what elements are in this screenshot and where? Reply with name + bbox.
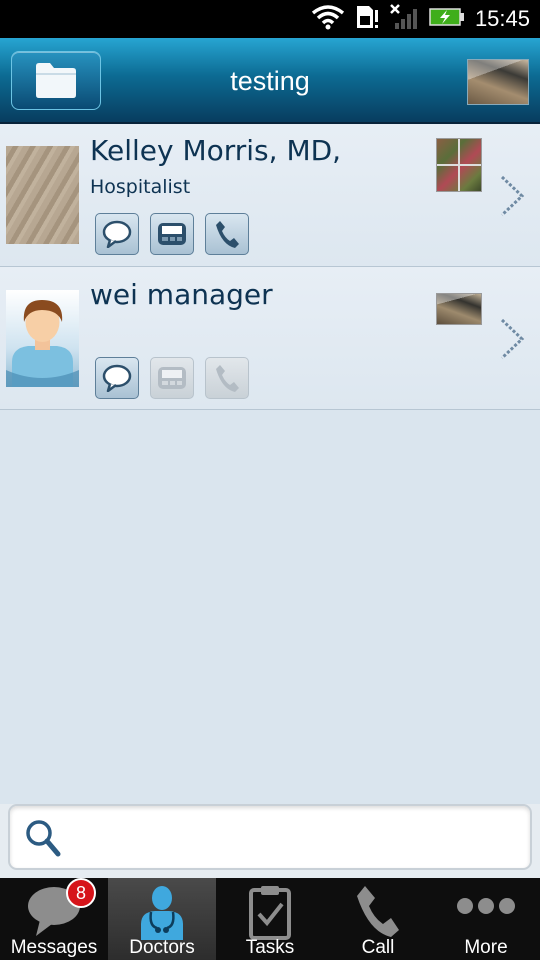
phone-icon (216, 365, 239, 392)
pager-button-disabled (150, 357, 194, 399)
call-button-disabled (205, 357, 249, 399)
contact-list: Kelley Morris, MD, Hospitalist wei manag… (0, 124, 540, 410)
tab-label: Tasks (245, 937, 295, 958)
page-title: testing (230, 66, 310, 96)
wifi-icon (311, 4, 345, 34)
unread-badge: 8 (66, 878, 96, 908)
battery-charging-icon (429, 7, 465, 31)
tab-label: Doctors (129, 937, 195, 958)
default-person-icon (6, 300, 79, 387)
search-input[interactable] (70, 816, 514, 860)
search-bar (0, 804, 540, 878)
contact-actions (95, 213, 249, 255)
search-icon (26, 820, 61, 857)
tab-tasks[interactable]: Tasks (216, 878, 324, 960)
tab-label: More (464, 937, 508, 958)
group-thumbnail (436, 293, 482, 325)
photo-grid-thumbnail (436, 138, 482, 192)
tab-label: Messages (10, 937, 98, 958)
doctor-icon (141, 886, 183, 940)
pager-icon (158, 367, 186, 389)
list-item[interactable]: wei manager (0, 267, 540, 410)
contact-actions (95, 357, 249, 399)
tab-more[interactable]: More (432, 878, 540, 960)
avatar (6, 146, 79, 244)
signal-icon (389, 3, 419, 35)
pager-button[interactable] (150, 213, 194, 255)
group-photo-thumbnail[interactable] (467, 59, 529, 105)
chevron-right-icon[interactable] (498, 174, 526, 218)
contact-title: Hospitalist (90, 176, 191, 198)
chat-bubble-icon (102, 220, 132, 248)
sim-icon (355, 4, 379, 34)
tab-call[interactable]: Call (324, 878, 432, 960)
message-button[interactable] (95, 357, 139, 399)
chevron-right-icon[interactable] (498, 317, 526, 361)
contact-name: wei manager (90, 278, 273, 311)
call-button[interactable] (205, 213, 249, 255)
contact-name: Kelley Morris, MD, (90, 134, 342, 167)
tab-messages[interactable]: 8 Messages (0, 878, 108, 960)
app-header: testing (0, 38, 540, 124)
pager-icon (158, 223, 186, 245)
tab-label: Call (361, 937, 395, 958)
phone-icon (216, 221, 239, 248)
chat-bubble-icon (102, 364, 132, 392)
message-button[interactable] (95, 213, 139, 255)
more-dots-icon (457, 898, 515, 914)
list-item[interactable]: Kelley Morris, MD, Hospitalist (0, 124, 540, 267)
clipboard-check-icon (249, 886, 291, 940)
avatar (6, 290, 79, 387)
status-bar: 15:45 (0, 0, 540, 38)
clock: 15:45 (474, 6, 530, 31)
tab-doctors[interactable]: Doctors (108, 878, 216, 960)
search-field[interactable] (8, 804, 532, 870)
bottom-tab-bar: 8 Messages Doctors Tasks Call More (0, 878, 540, 960)
phone-icon (357, 886, 399, 937)
